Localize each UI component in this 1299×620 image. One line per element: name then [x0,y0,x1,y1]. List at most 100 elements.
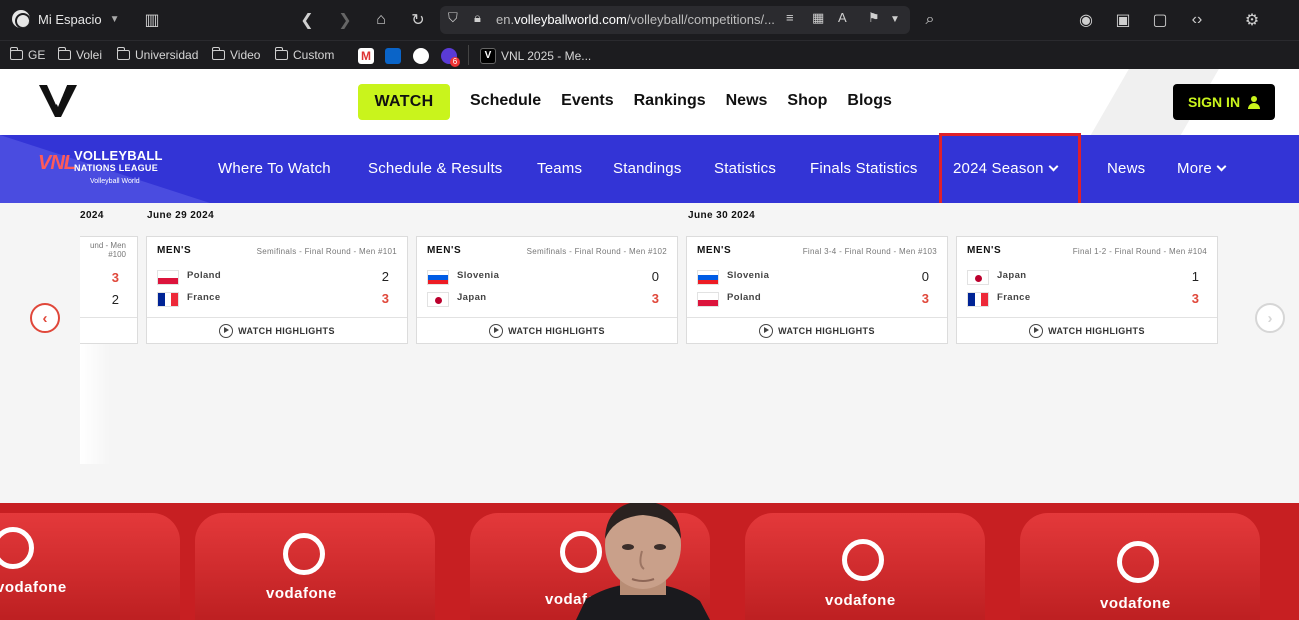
chevron-down-icon [1216,161,1227,172]
site-header: WATCH Schedule Events Rankings News Shop… [0,69,1299,135]
home-icon[interactable]: ⌂ [370,9,392,31]
outlook-icon [385,48,401,64]
camera-icon[interactable]: ◉ [1075,9,1097,31]
shield-icon[interactable]: ⛉ [448,10,458,26]
outlook-bookmark[interactable] [385,48,401,64]
team-score: 2 [381,269,389,284]
search-icon[interactable]: ⌕ [919,9,941,31]
window-icon[interactable]: ▢ [1149,9,1171,31]
nav-rankings[interactable]: Rankings [634,92,706,110]
profile-switcher[interactable]: Mi Espacio ▼ [12,10,119,28]
vnl-favicon-icon: V [480,48,496,64]
sidebar-icon[interactable]: ▥ [141,9,163,31]
browser-toolbar: Mi Espacio ▼ ▥ ❮ ❯ ⌂ ↻ ⛉ 🔒︎ en.volleybal… [0,0,1299,40]
nav-shop[interactable]: Shop [787,92,827,110]
address-bar[interactable]: ⛉ 🔒︎ en.volleyballworld.com/volleyball/c… [440,6,910,34]
vnl-link-more[interactable]: More [1177,160,1227,177]
highlight-box [939,133,1081,206]
carousel-prev-button[interactable]: ‹ [30,303,60,333]
pinned-tab[interactable]: V VNL 2025 - Me... [480,48,591,64]
folder-icon [211,47,225,60]
mail-badge-bookmark[interactable]: 6 [441,48,460,67]
vodafone-logo-icon [1117,541,1159,583]
carousel-fade [80,344,110,464]
match-card[interactable]: MEN'S Final 1-2 - Final Round - Men #104… [956,236,1218,344]
sponsor-text: vodafone [266,585,337,602]
card-footer [80,317,137,343]
team-name: Poland [727,292,762,303]
chatgpt-bookmark[interactable] [413,48,429,64]
match-gender: MEN'S [427,245,462,256]
player-photo [576,503,710,620]
watch-button[interactable]: WATCH [358,84,450,120]
watch-highlights-link[interactable]: WATCH HIGHLIGHTS [417,317,677,343]
bookmark-folder-universidad[interactable]: Universidad [116,47,198,62]
slovenia-flag-icon [427,270,449,285]
chevron-left-icon: ‹ [42,309,48,327]
match-card[interactable]: MEN'S Final 3-4 - Final Round - Men #103… [686,236,948,344]
bookmark-folder-volei[interactable]: Volei [57,47,102,62]
team-row: Japan 1 [967,269,1199,287]
chevron-down-icon[interactable]: ▼ [890,14,900,25]
bookmark-folder-ge[interactable]: GE [9,47,45,62]
vnl-nav-bar: VNL VOLLEYBALL NATIONS LEAGUE Volleyball… [0,135,1299,203]
bookmark-folder-custom[interactable]: Custom [274,47,334,62]
watch-highlights-link[interactable]: WATCH HIGHLIGHTS [957,317,1217,343]
hero-image: vodafone vodafone vodafone vodafone voda… [0,503,1299,620]
carousel-next-button[interactable]: › [1255,303,1285,333]
match-round: Final 1-2 - Final Round - Men #104 [1072,247,1207,256]
team-row: Slovenia 0 [427,269,659,287]
match-card[interactable]: MEN'S Semifinals - Final Round - Men #10… [416,236,678,344]
match-card-partial[interactable]: und - Men #100 3 2 [80,236,138,344]
play-icon [759,323,774,338]
watch-highlights-link[interactable]: WATCH HIGHLIGHTS [147,317,407,343]
vnl-link-finals-statistics[interactable]: Finals Statistics [810,160,918,177]
url-text[interactable]: en.volleyballworld.com/volleyball/compet… [496,12,775,27]
matches-carousel: 2024 June 29 2024 June 30 2024 und - Men… [0,203,1299,503]
nav-events[interactable]: Events [561,92,613,110]
sponsor-text: vodafone [0,579,67,596]
vnl-link-teams[interactable]: Teams [537,160,582,177]
vnl-link-standings[interactable]: Standings [613,160,682,177]
lock-icon: 🔒︎ [474,10,481,25]
nav-blogs[interactable]: Blogs [847,92,891,110]
team-name: France [997,292,1031,303]
forward-icon[interactable]: ❯ [334,9,356,31]
qr-icon[interactable]: ▦ [812,10,824,26]
watch-highlights-link[interactable]: WATCH HIGHLIGHTS [687,317,947,343]
code-icon[interactable]: ‹› [1186,9,1208,31]
bookmark-folder-video[interactable]: Video [211,47,260,62]
vnl-link-statistics[interactable]: Statistics [714,160,776,177]
folder-icon [57,47,71,60]
team-row: Japan 3 [427,291,659,309]
sponsor-text: vodafone [825,592,896,609]
team-row: France 3 [967,291,1199,309]
chevron-right-icon: › [1267,309,1273,327]
sign-in-button[interactable]: SIGN IN [1173,84,1275,120]
translate-icon[interactable]: A [838,10,847,25]
team-score: 1 [1191,269,1199,284]
volleyball-world-logo[interactable] [37,79,79,121]
match-card[interactable]: MEN'S Semifinals - Final Round - Men #10… [146,236,408,344]
vnl-link-news[interactable]: News [1107,160,1145,177]
gmail-bookmark[interactable]: M [358,48,374,64]
settings-icon[interactable]: ⚙ [1241,9,1263,31]
poland-flag-icon [697,292,719,307]
nav-news[interactable]: News [726,92,768,110]
reader-icon[interactable]: ≡ [786,10,794,25]
vnl-link-where-to-watch[interactable]: Where To Watch [218,160,331,177]
poland-flag-icon [157,270,179,285]
team-row: Poland 3 [697,291,929,309]
bookmark-icon[interactable]: ⚑ [868,10,880,26]
gmail-icon: M [358,48,374,64]
japan-flag-icon [427,292,449,307]
image-icon[interactable]: ▣ [1112,9,1134,31]
team-name: Slovenia [727,270,770,281]
nav-schedule[interactable]: Schedule [470,92,541,110]
back-icon[interactable]: ❮ [296,9,318,31]
reload-icon[interactable]: ↻ [407,9,429,31]
vnl-link-schedule-results[interactable]: Schedule & Results [368,160,503,177]
top-nav: Schedule Events Rankings News Shop Blogs [470,92,892,110]
match-round: und - Men #100 [89,241,126,259]
date-label: 2024 [80,210,104,221]
